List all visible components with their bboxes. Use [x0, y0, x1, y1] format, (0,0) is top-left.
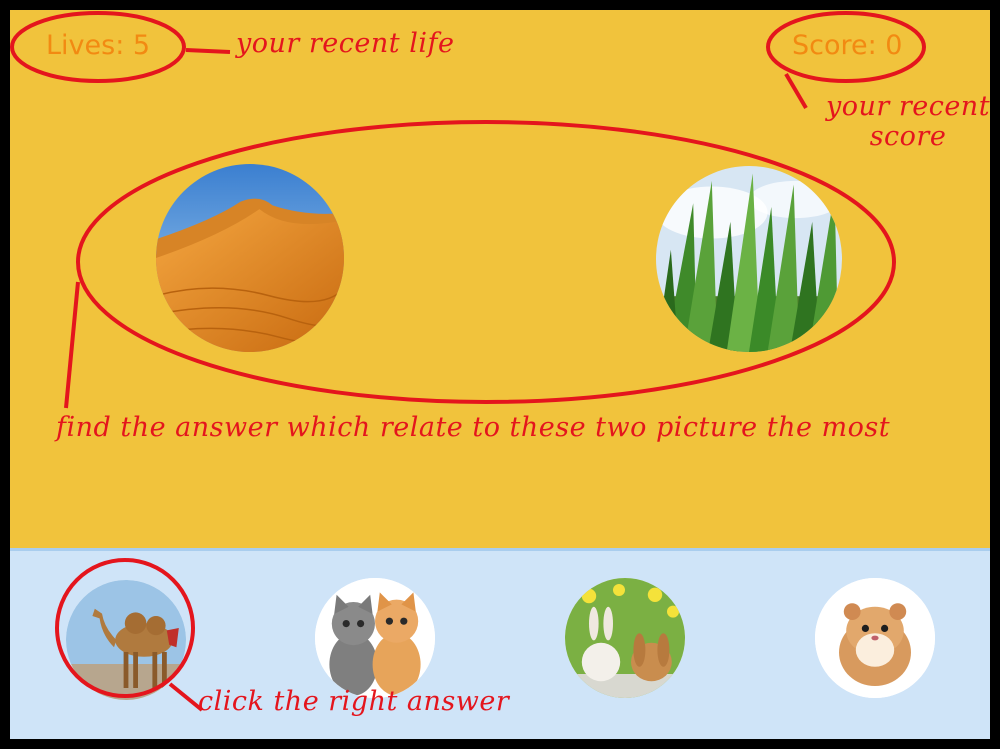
grass-clue-image — [656, 166, 842, 352]
game-frame: Lives: 5 Score: 0 your recent life your … — [10, 10, 990, 739]
score-annotation-line2: score — [869, 121, 947, 152]
camel-image — [66, 580, 186, 700]
lives-counter: Lives: 5 — [46, 30, 151, 61]
score-counter: Score: 0 — [792, 30, 903, 61]
score-annotation: your recent score — [818, 92, 990, 152]
answer-kittens[interactable] — [315, 578, 435, 698]
answer-rabbits[interactable] — [565, 578, 685, 698]
score-annotation-line1: your recent — [825, 91, 990, 122]
rabbits-image — [565, 578, 685, 698]
green-grass-image — [656, 166, 842, 352]
answer-camel[interactable] — [66, 580, 186, 700]
find-annotation: find the answer which relate to these tw… — [56, 412, 891, 443]
click-annotation: click the right answer — [198, 686, 510, 717]
kittens-image — [315, 578, 435, 698]
answer-hamster[interactable] — [815, 578, 935, 698]
desert-dune-image — [156, 164, 344, 352]
desert-clue-image — [156, 164, 344, 352]
lives-annotation: your recent life — [236, 28, 455, 59]
hamster-image — [815, 578, 935, 698]
